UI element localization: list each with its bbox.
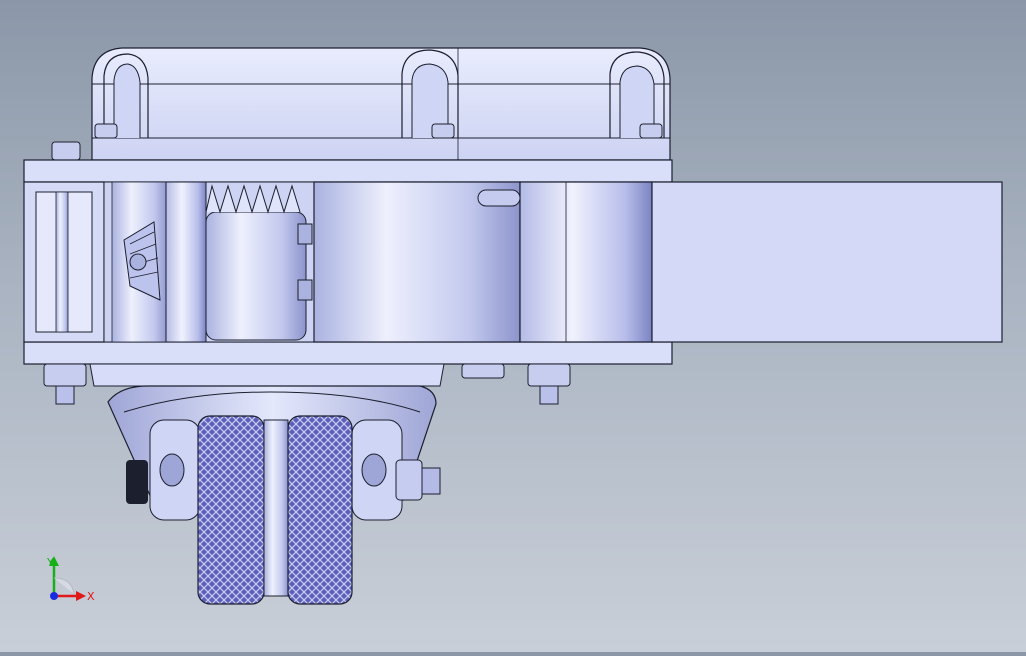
axis-x-label: X [87, 590, 95, 603]
axis-triad: Y X [40, 552, 100, 612]
axis-y-label: Y [46, 556, 54, 569]
gear-train [103, 181, 315, 343]
model-drawing [23, 47, 1003, 605]
wheel-hub [263, 419, 289, 597]
wheel-right [287, 415, 353, 605]
wheel-left [197, 415, 265, 605]
extension-arm [651, 181, 1003, 343]
drive-drum [313, 181, 653, 343]
cad-viewport[interactable]: Y X [0, 0, 1026, 652]
axis-z-dot [50, 592, 58, 600]
